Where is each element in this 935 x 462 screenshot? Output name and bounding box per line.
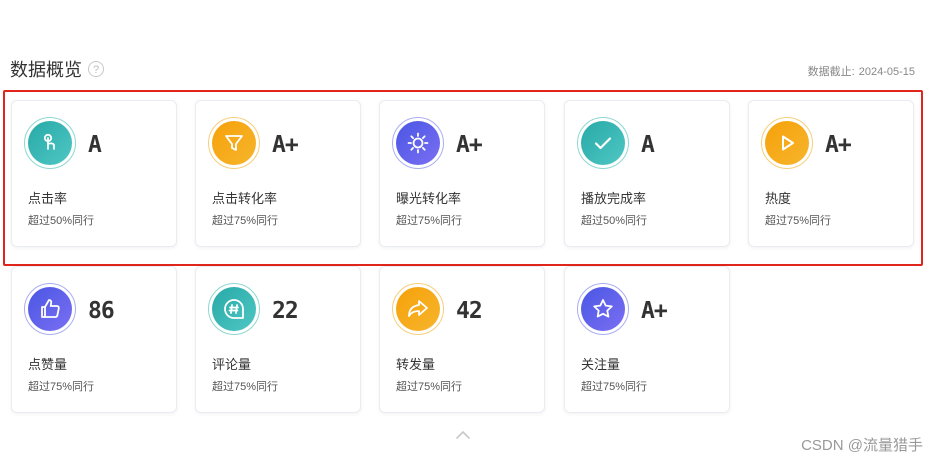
metric-grade: A+ <box>641 298 668 324</box>
check-icon <box>581 121 625 165</box>
metric-percentile: 超过75%同行 <box>396 215 463 227</box>
date-prefix: 数据截止: <box>807 66 855 78</box>
share-icon <box>396 287 440 331</box>
collapse-chevron-up-icon[interactable] <box>455 428 471 440</box>
icon-ring <box>392 117 444 169</box>
star-icon <box>581 287 625 331</box>
icon-ring <box>761 117 813 169</box>
icon-ring <box>577 117 629 169</box>
metric-card-shares[interactable]: 42 转发量 超过75%同行 <box>379 266 545 413</box>
metric-percentile: 超过75%同行 <box>765 215 832 227</box>
metric-card-completion-rate[interactable]: A 播放完成率 超过50%同行 <box>564 100 730 247</box>
metric-label: 转发量 <box>396 357 436 372</box>
overview-header: 数据概览 ? 数据截止: 2024-05-15 <box>10 58 915 82</box>
metric-grade: A+ <box>456 132 483 158</box>
metric-label: 曝光转化率 <box>396 191 462 206</box>
metric-value: 42 <box>456 298 483 324</box>
metric-label: 点击转化率 <box>212 191 278 206</box>
icon-ring <box>577 283 629 335</box>
metric-grade: A+ <box>825 132 852 158</box>
metric-percentile: 超过50%同行 <box>581 215 648 227</box>
page-title: 数据概览 <box>10 60 82 80</box>
watermark: CSDN @流量猎手 <box>801 437 923 454</box>
metric-percentile: 超过75%同行 <box>396 381 463 393</box>
metric-card-likes[interactable]: 86 点赞量 超过75%同行 <box>11 266 177 413</box>
metric-label: 热度 <box>765 191 792 206</box>
thumbs-up-icon <box>28 287 72 331</box>
help-icon[interactable]: ? <box>88 61 104 77</box>
icon-ring <box>208 117 260 169</box>
metric-grade: A <box>88 132 102 158</box>
metric-card-click-conversion[interactable]: A+ 点击转化率 超过75%同行 <box>195 100 361 247</box>
metric-percentile: 超过75%同行 <box>581 381 648 393</box>
metric-label: 评论量 <box>212 357 252 372</box>
date-value: 2024-05-15 <box>858 66 915 78</box>
metric-value: 86 <box>88 298 115 324</box>
metric-grade: A+ <box>272 132 299 158</box>
icon-ring <box>392 283 444 335</box>
icon-ring <box>24 283 76 335</box>
metric-label: 播放完成率 <box>581 191 647 206</box>
metric-percentile: 超过50%同行 <box>28 215 95 227</box>
metric-card-heat[interactable]: A+ 热度 超过75%同行 <box>748 100 914 247</box>
icon-ring <box>24 117 76 169</box>
metric-label: 点击率 <box>28 191 68 206</box>
metric-card-follows[interactable]: A+ 关注量 超过75%同行 <box>564 266 730 413</box>
metric-value: 22 <box>272 298 299 324</box>
metric-percentile: 超过75%同行 <box>212 381 279 393</box>
metric-label: 点赞量 <box>28 357 68 372</box>
metric-card-comments[interactable]: 22 评论量 超过75%同行 <box>195 266 361 413</box>
play-icon <box>765 121 809 165</box>
tap-icon <box>28 121 72 165</box>
metric-percentile: 超过75%同行 <box>28 381 95 393</box>
comment-hash-icon <box>212 287 256 331</box>
metric-grade: A <box>641 132 655 158</box>
filter-icon <box>212 121 256 165</box>
metric-card-click-rate[interactable]: A 点击率 超过50%同行 <box>11 100 177 247</box>
metric-percentile: 超过75%同行 <box>212 215 279 227</box>
metric-label: 关注量 <box>581 357 621 372</box>
sun-icon <box>396 121 440 165</box>
metric-card-exposure-conversion[interactable]: A+ 曝光转化率 超过75%同行 <box>379 100 545 247</box>
icon-ring <box>208 283 260 335</box>
data-cutoff-date: 数据截止: 2024-05-15 <box>808 63 915 79</box>
